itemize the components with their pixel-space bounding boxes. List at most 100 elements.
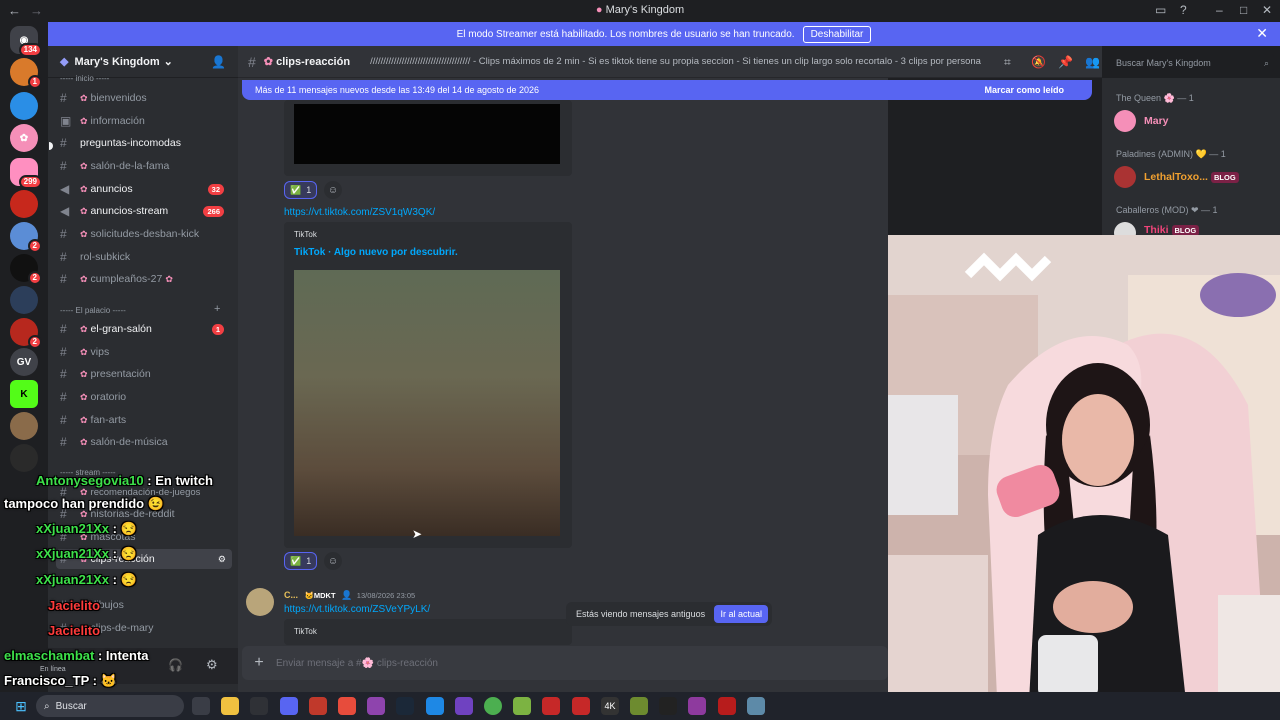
member-lethaltoxo[interactable]: LethalToxo... BLOG (1144, 171, 1239, 183)
webcam-image (888, 235, 1280, 720)
channel-bienvenidos[interactable]: # ✿ bienvenidos (56, 88, 232, 108)
channel-informacion[interactable]: ▣ ✿ información (56, 111, 232, 131)
channel-salon-de-musica[interactable]: # ✿ salón-de-música (56, 432, 232, 452)
server-icon-kick[interactable]: K (10, 380, 38, 408)
file-explorer-icon[interactable] (221, 697, 239, 715)
avatar[interactable] (1114, 166, 1136, 188)
inbox-icon[interactable]: ▭ (1155, 3, 1166, 17)
firefox-icon[interactable] (367, 697, 385, 715)
search-icon: ⌕ (1263, 58, 1269, 68)
channel-oratorio[interactable]: # ✿ oratorio (56, 387, 232, 407)
channel-fan-arts[interactable]: # ✿ fan-arts (56, 410, 232, 430)
settings-icon[interactable]: ⚙ (218, 554, 226, 565)
channel-anuncios[interactable]: ◀ ✿ anuncios 32 (56, 179, 232, 199)
channel-rol-subkick[interactable]: # rol-subkick (56, 247, 232, 267)
video-thumbnail[interactable] (294, 270, 560, 536)
search-input[interactable]: Buscar Mary's Kingdom ⌕ (1110, 54, 1274, 72)
app-icon-12[interactable] (513, 697, 531, 715)
mark-as-read-button[interactable]: Marcar como leído (984, 85, 1064, 95)
channel-cumpleanos[interactable]: # ✿ cumpleaños-27 ✿ (56, 269, 232, 289)
video-thumbnail[interactable] (294, 104, 560, 164)
app-icon-14[interactable] (572, 697, 590, 715)
discord-taskbar-icon[interactable] (280, 697, 298, 715)
disable-streamer-button[interactable]: Deshabilitar (802, 25, 872, 43)
app-icon-10[interactable] (455, 697, 473, 715)
channel-solicitudes-desban-kick[interactable]: # ✿ solicitudes-desban-kick (56, 224, 232, 244)
channel-vips[interactable]: # ✿ vips (56, 342, 232, 362)
help-icon[interactable]: ? (1180, 3, 1187, 17)
maximize-icon[interactable]: □ (1240, 3, 1247, 17)
app-icon-3[interactable] (250, 697, 268, 715)
category-palacio[interactable]: ----- El palacio ----- (60, 306, 126, 315)
reaction-check[interactable]: ✅ 1 (284, 181, 318, 199)
chrome-icon[interactable] (484, 697, 502, 715)
taskbar-search[interactable]: ⌕ Buscar (36, 695, 184, 717)
minimize-icon[interactable]: – (1216, 3, 1223, 17)
tiktok-embed-2: TikTok (284, 619, 572, 645)
discord-home-icon[interactable]: ◉ 134 (10, 26, 42, 57)
server-icon-gv[interactable]: GV (10, 348, 38, 376)
windows-start-icon[interactable]: ⊞ (12, 697, 30, 715)
app-icon-19[interactable] (718, 697, 736, 715)
invite-icon[interactable]: 👤 (211, 55, 226, 69)
server-icon-2[interactable] (10, 92, 38, 120)
steam-icon[interactable] (396, 697, 414, 715)
add-channel-icon[interactable]: + (214, 303, 220, 315)
server-icon-12[interactable] (10, 412, 38, 440)
reaction-check[interactable]: ✅ 1 (284, 552, 318, 570)
pin-icon[interactable]: 📌 (1058, 55, 1073, 69)
channel-anuncios-stream[interactable]: ◀ ✿ anuncios-stream 266 (56, 201, 232, 221)
close-icon[interactable]: ✕ (1256, 25, 1268, 42)
message-author[interactable]: C... (284, 590, 298, 600)
server-icon-7[interactable]: 2 (10, 254, 42, 285)
jump-to-present-button[interactable]: Ir al actual (714, 605, 768, 623)
message-composer[interactable]: + Enviar mensaje a #🌸 clips-reacción (242, 646, 888, 680)
channel-header: # ✿ clips-reacción /////////////////////… (238, 46, 1102, 78)
app-icon-18[interactable] (688, 697, 706, 715)
server-icon-1[interactable]: 1 (10, 58, 42, 89)
tiktok-link-2[interactable]: https://vt.tiktok.com/ZSVeYPyLK/ (284, 604, 430, 615)
user-settings-icon[interactable]: ⚙ (206, 657, 218, 673)
stream-chat-line: Jacielito (48, 598, 101, 613)
app-icon-20[interactable] (747, 697, 765, 715)
server-icon-6[interactable]: 2 (10, 222, 42, 253)
server-icon-5[interactable] (10, 190, 38, 218)
app-icon-5[interactable] (309, 697, 327, 715)
threads-icon[interactable]: ⌗ (1004, 55, 1011, 70)
embed-top (284, 100, 572, 176)
app-icon-13[interactable] (542, 697, 560, 715)
embed-title[interactable]: TikTok · Algo nuevo por descubrir. (294, 247, 458, 258)
channel-el-gran-salon[interactable]: # ✿ el-gran-salón 1 (56, 319, 232, 339)
attach-plus-icon[interactable]: + (242, 654, 276, 672)
channel-title: ✿ clips-reacción (263, 56, 351, 68)
new-messages-bar[interactable]: Más de 11 mensajes nuevos desde las 13:4… (242, 80, 1092, 100)
headset-icon[interactable]: 🎧 (168, 658, 183, 672)
app-icon-4k[interactable]: 4K (601, 697, 619, 715)
app-icon-9[interactable] (426, 697, 444, 715)
app-icon-16[interactable] (630, 697, 648, 715)
tiktok-link-1[interactable]: https://vt.tiktok.com/ZSV1qW3QK/ (284, 207, 435, 218)
server-icon-mary[interactable]: ✿ (10, 124, 38, 152)
channel-salon-de-la-fama[interactable]: # ✿ salón-de-la-fama (56, 156, 232, 176)
epic-games-icon[interactable] (659, 697, 677, 715)
channel-preguntas-incomodas[interactable]: # preguntas-incomodas (56, 133, 232, 153)
server-icon-13[interactable] (10, 444, 38, 472)
task-view-icon[interactable] (192, 697, 210, 715)
server-icon-4[interactable]: 299 (10, 158, 42, 189)
category-inicio[interactable]: ----- inicio ----- (60, 74, 109, 83)
member-mary[interactable]: Mary (1144, 115, 1169, 127)
app-icon-6[interactable] (338, 697, 356, 715)
search-icon: ⌕ (44, 700, 50, 712)
add-reaction-icon[interactable]: ☺ (324, 552, 342, 570)
avatar[interactable] (1114, 110, 1136, 132)
avatar[interactable] (246, 588, 274, 616)
channel-topic[interactable]: ////////////////////////////////////// -… (370, 56, 990, 67)
server-icon-9[interactable]: 2 (10, 318, 42, 349)
member-list-icon[interactable]: 👥 (1085, 55, 1100, 69)
add-reaction-icon[interactable]: ☺ (324, 181, 342, 199)
channel-presentacion[interactable]: # ✿ presentación (56, 364, 232, 384)
close-window-icon[interactable]: ✕ (1262, 3, 1272, 17)
notifications-icon[interactable]: 🔕 (1031, 55, 1046, 69)
screen: ← → ● Mary's Kingdom ▭ ? – □ ✕ ◉ 134 1 ✿ … (0, 0, 1280, 720)
server-icon-8[interactable] (10, 286, 38, 314)
